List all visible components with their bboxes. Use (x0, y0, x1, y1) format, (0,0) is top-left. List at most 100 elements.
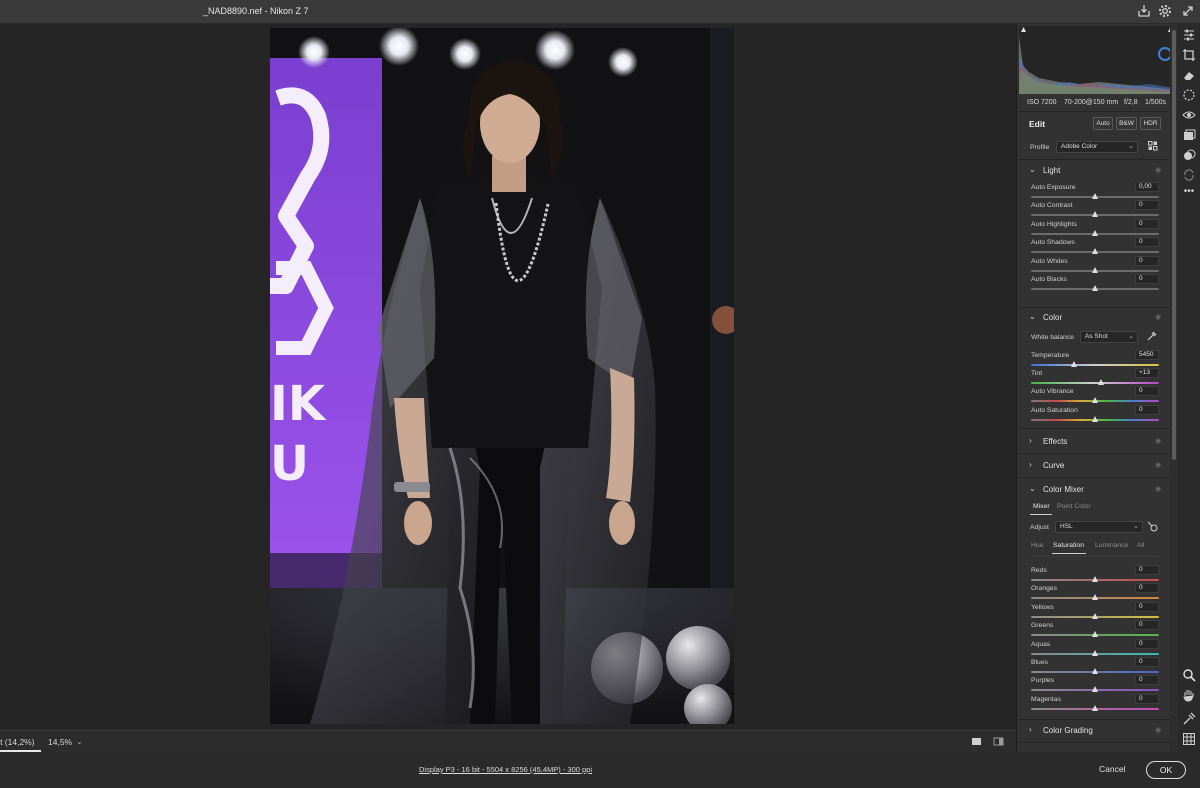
slider-value-input[interactable]: 0 (1135, 404, 1159, 415)
slider-handle[interactable] (1091, 285, 1098, 291)
slider-value-input[interactable]: 0 (1135, 620, 1159, 631)
slider-label: Reds (1031, 567, 1047, 574)
color-section-header[interactable]: ⌄ Color ◉ (1017, 307, 1177, 329)
eye-icon[interactable]: ◉ (1155, 485, 1161, 493)
grid-overlay-icon[interactable] (1182, 732, 1196, 746)
slider-handle[interactable] (1097, 379, 1104, 386)
eraser-icon[interactable] (1182, 68, 1196, 82)
zoom-dropdown-icon[interactable]: ⌄ (76, 737, 83, 746)
slider-value-input[interactable]: 0 (1135, 657, 1159, 667)
slider-value-input[interactable]: 0 (1135, 218, 1159, 229)
fullscreen-icon[interactable] (1181, 4, 1197, 20)
profile-browser-icon[interactable] (1148, 141, 1158, 153)
more-icon[interactable]: ••• (1182, 186, 1196, 200)
slider-row: Auto Highlights 0 (1031, 218, 1159, 239)
image-canvas[interactable]: IK U (0, 24, 1016, 730)
zoom-value[interactable]: 14,5% (48, 737, 72, 747)
slider-value-input[interactable]: 0 (1135, 237, 1159, 248)
panel-scrollbar[interactable] (1170, 24, 1178, 752)
slider-value-input[interactable]: 0 (1135, 583, 1159, 594)
photo-preview[interactable]: IK U (270, 28, 734, 724)
bw-button[interactable]: B&W (1116, 117, 1137, 130)
slider-handle[interactable] (1091, 704, 1098, 711)
subtab-saturation[interactable]: Saturation (1053, 542, 1084, 549)
slider-handle[interactable] (1091, 229, 1098, 236)
curve-section-header[interactable]: › Curve ◉ (1017, 455, 1177, 477)
mask-icon[interactable] (1182, 88, 1196, 102)
red-eye-icon[interactable] (1182, 108, 1196, 122)
presets-icon[interactable] (1182, 148, 1196, 162)
adjust-select[interactable]: HSL ⌄ (1055, 521, 1143, 533)
color-grading-section-header[interactable]: › Color Grading ◉ (1017, 720, 1177, 742)
color-sampler-icon[interactable] (1182, 712, 1196, 726)
cancel-button[interactable]: Cancel (1099, 764, 1125, 774)
slider-value-input[interactable]: 0 (1135, 601, 1159, 612)
crop-icon[interactable] (1182, 48, 1196, 62)
slider-handle[interactable] (1091, 193, 1098, 199)
slider-value-input[interactable]: 0 (1135, 274, 1159, 284)
slider-label: Auto Shadows (1031, 239, 1075, 247)
slider-handle[interactable] (1091, 612, 1098, 619)
slider-handle[interactable] (1071, 361, 1078, 367)
slider-handle[interactable] (1091, 211, 1098, 218)
title-bar: _NAD8890.nef - Nikon Z 7 (0, 0, 1200, 24)
color-mixer-section-header[interactable]: ⌄ Color Mixer ◉ (1017, 479, 1177, 501)
eye-icon[interactable]: ◉ (1155, 437, 1161, 445)
hand-tool-icon[interactable] (1182, 688, 1196, 702)
edit-sliders-icon[interactable] (1182, 28, 1196, 42)
slider-handle[interactable] (1091, 415, 1098, 422)
slider-handle[interactable] (1091, 631, 1098, 638)
tab-point-color[interactable]: Point Color (1057, 503, 1091, 510)
slider-value-input[interactable]: 0 (1135, 386, 1159, 397)
workflow-options-link[interactable]: Display P3 - 16 bit - 5504 x 8256 (45,4M… (419, 765, 592, 774)
eye-icon[interactable]: ◉ (1155, 461, 1161, 469)
scrollbar-thumb[interactable] (1172, 30, 1176, 460)
slider-value-input[interactable]: 0 (1135, 693, 1159, 704)
subtab-luminance[interactable]: Luminance (1095, 542, 1128, 549)
eye-icon[interactable]: ◉ (1155, 313, 1161, 321)
slider-value-input[interactable]: +13 (1135, 368, 1159, 379)
targeted-adjust-icon[interactable] (1147, 521, 1159, 535)
slider-handle[interactable] (1091, 594, 1098, 601)
subtab-all[interactable]: All (1137, 542, 1145, 549)
slider-handle[interactable] (1091, 576, 1098, 582)
save-icon[interactable] (1137, 4, 1153, 20)
single-view-icon[interactable] (971, 736, 982, 749)
hdr-button[interactable]: HDR (1140, 117, 1161, 130)
slider-track[interactable] (1031, 364, 1159, 366)
slider-handle[interactable] (1091, 266, 1098, 273)
profile-select[interactable]: Adobe Color ⌄ (1056, 141, 1138, 153)
ok-button[interactable]: OK (1146, 761, 1186, 779)
slider-label: Auto Whites (1031, 257, 1068, 265)
subtab-hue[interactable]: Hue (1031, 542, 1043, 549)
sync-icon[interactable] (1182, 168, 1196, 182)
white-balance-select[interactable]: As Shot ⌄ (1080, 331, 1138, 343)
slider-handle[interactable] (1091, 668, 1098, 674)
slider-value-input[interactable]: 5450 (1135, 350, 1159, 360)
slider-handle[interactable] (1091, 686, 1098, 693)
slider-handle[interactable] (1091, 649, 1098, 656)
gear-icon[interactable] (1158, 4, 1174, 20)
slider-handle[interactable] (1091, 397, 1098, 404)
slider-handle[interactable] (1091, 248, 1098, 255)
eye-icon[interactable]: ◉ (1155, 726, 1161, 734)
auto-button[interactable]: Auto (1093, 117, 1113, 130)
eyedropper-icon[interactable] (1147, 331, 1157, 343)
tab-mixer[interactable]: Mixer (1033, 503, 1050, 510)
slider-value-input[interactable]: 0 (1135, 638, 1159, 649)
zoom-tool-icon[interactable] (1182, 668, 1196, 682)
snapshots-icon[interactable] (1182, 128, 1196, 142)
chevron-down-icon: ⌄ (1128, 143, 1134, 150)
slider-value-input[interactable]: 0,00 (1135, 182, 1159, 192)
zoom-fit-button[interactable]: Fit (14,2%) (0, 737, 42, 747)
divider (1019, 428, 1175, 429)
effects-section-header[interactable]: › Effects ◉ (1017, 431, 1177, 453)
slider-value-input[interactable]: 0 (1135, 200, 1159, 211)
slider-value-input[interactable]: 0 (1135, 565, 1159, 575)
light-section-header[interactable]: ⌄ Light ◉ (1017, 160, 1177, 182)
before-after-icon[interactable] (993, 736, 1004, 749)
eye-icon[interactable]: ◉ (1155, 166, 1161, 174)
slider-value-input[interactable]: 0 (1135, 255, 1159, 266)
slider-value-input[interactable]: 0 (1135, 675, 1159, 686)
slider-track[interactable] (1031, 382, 1159, 385)
